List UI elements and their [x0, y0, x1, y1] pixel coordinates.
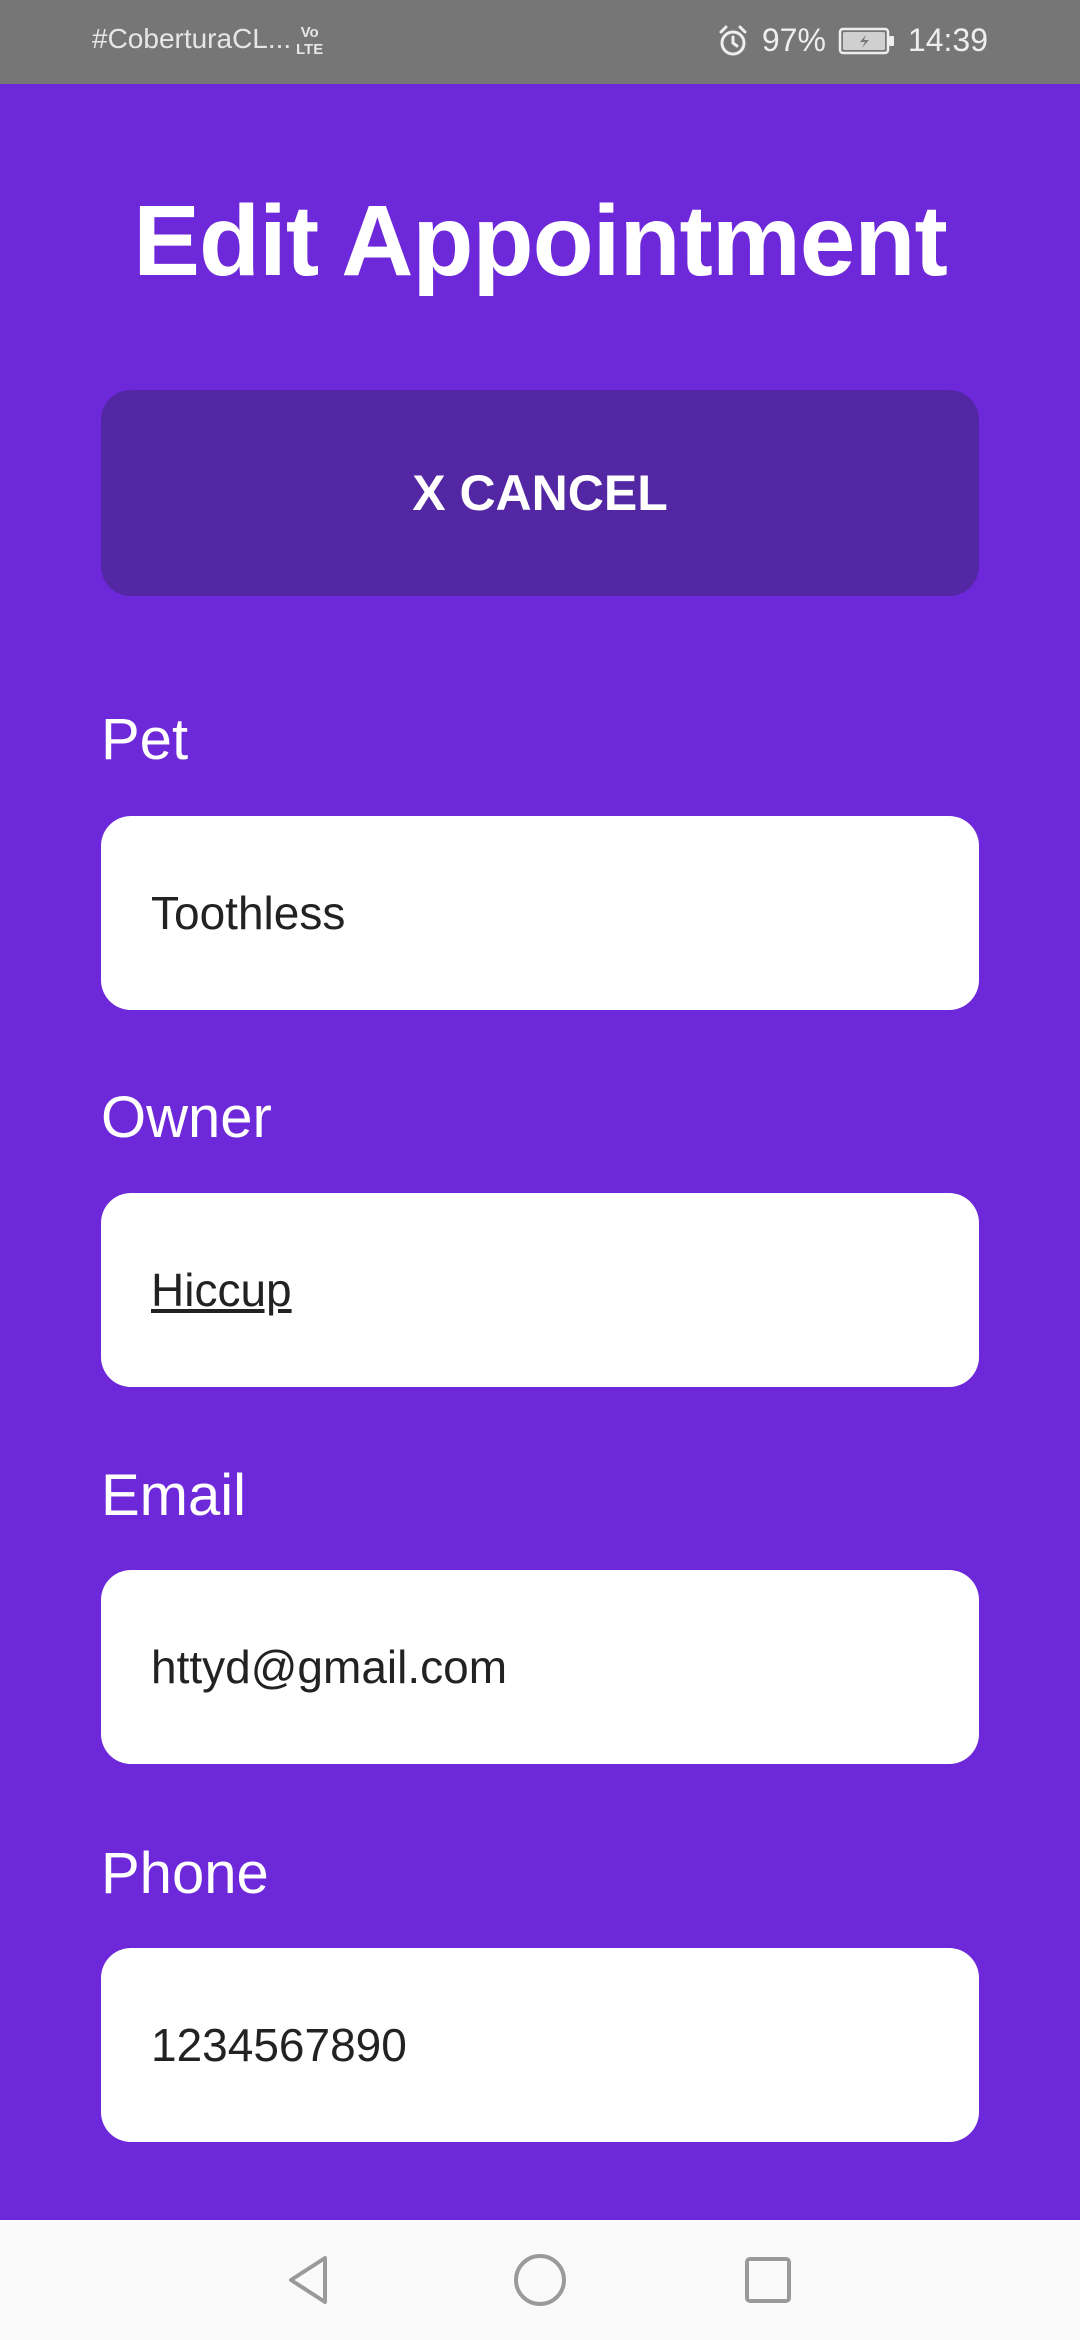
- battery-percent: 97%: [761, 22, 826, 58]
- phone-label: Phone: [101, 1841, 269, 1906]
- pet-input[interactable]: [151, 816, 951, 1010]
- email-field: [101, 1570, 979, 1764]
- status-right-group: 97% 14:39: [716, 22, 988, 59]
- carrier-name: #CoberturaCL...: [92, 23, 292, 54]
- edit-appointment-screen: Edit Appointment X CANCEL Pet Owner Emai…: [0, 84, 1080, 2220]
- recents-square-icon[interactable]: [738, 2250, 798, 2310]
- status-bar: #CoberturaCL... Vo LTE 97% 14:39: [0, 0, 1080, 84]
- back-triangle-icon[interactable]: [278, 2250, 338, 2310]
- lte-text: LTE: [296, 41, 324, 58]
- home-circle-icon[interactable]: [510, 2250, 570, 2310]
- owner-field: [101, 1193, 979, 1387]
- volte-indicator: Vo LTE: [296, 24, 323, 58]
- phone-input[interactable]: [151, 1948, 951, 2142]
- owner-label: Owner: [101, 1085, 272, 1150]
- alarm-icon: [716, 24, 750, 58]
- email-label: Email: [101, 1463, 247, 1528]
- cancel-button[interactable]: X CANCEL: [101, 390, 979, 596]
- navigation-bar: [0, 2220, 1080, 2340]
- phone-field: [101, 1948, 979, 2142]
- clock-time: 14:39: [907, 22, 988, 58]
- page-title: Edit Appointment: [133, 185, 948, 297]
- email-input[interactable]: [151, 1570, 951, 1764]
- owner-input[interactable]: [151, 1193, 951, 1387]
- battery-icon: [838, 26, 896, 56]
- pet-field: [101, 816, 979, 1010]
- volte-text: Vo: [300, 24, 319, 41]
- pet-label: Pet: [101, 707, 189, 772]
